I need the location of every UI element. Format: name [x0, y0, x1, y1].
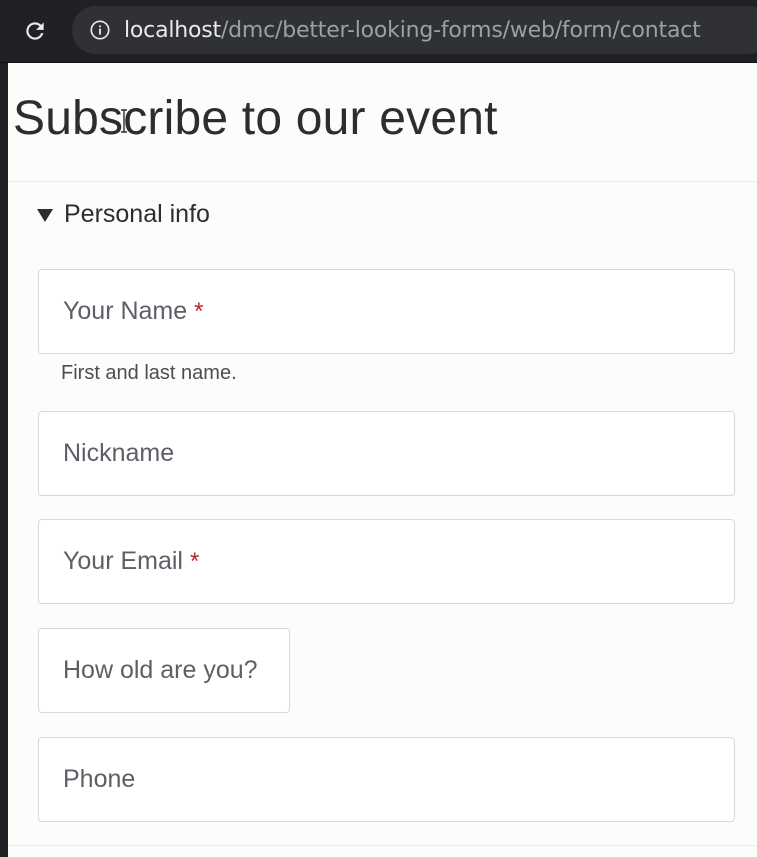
personal-info-toggle[interactable]: Personal info [36, 200, 210, 229]
divider [8, 845, 757, 846]
page-title: Subscribe to our event [13, 92, 498, 145]
phone-field[interactable]: Phone [38, 737, 735, 822]
nickname-label: Nickname [63, 439, 175, 467]
age-label: How old are you? [63, 656, 258, 684]
address-bar[interactable]: localhost/dmc/better-looking-forms/web/f… [72, 6, 757, 54]
url-host: localhost [124, 17, 221, 43]
divider [8, 181, 757, 182]
url-path: /dmc/better-looking-forms/web/form/conta… [220, 17, 701, 43]
info-icon[interactable] [88, 18, 112, 42]
browser-toolbar: localhost/dmc/better-looking-forms/web/f… [0, 0, 757, 63]
section-label: Personal info [64, 200, 210, 228]
age-field[interactable]: How old are you? [38, 628, 290, 713]
text-cursor-icon [121, 109, 127, 133]
reload-icon[interactable] [20, 16, 50, 46]
email-label: Your Email [63, 547, 183, 575]
page-content: Subscribe to our event Personal info You… [8, 63, 757, 857]
required-mark: * [194, 297, 204, 325]
url-text[interactable]: localhost/dmc/better-looking-forms/web/f… [124, 18, 701, 43]
name-help-text: First and last name. [61, 362, 237, 384]
nickname-field[interactable]: Nickname [38, 411, 735, 496]
required-mark: * [189, 547, 200, 575]
name-field[interactable]: Your Name * [38, 269, 735, 354]
name-label: Your Name [63, 297, 188, 325]
email-field[interactable]: Your Email * [38, 519, 735, 604]
triangle-down-icon [36, 206, 54, 224]
phone-label: Phone [63, 765, 136, 793]
